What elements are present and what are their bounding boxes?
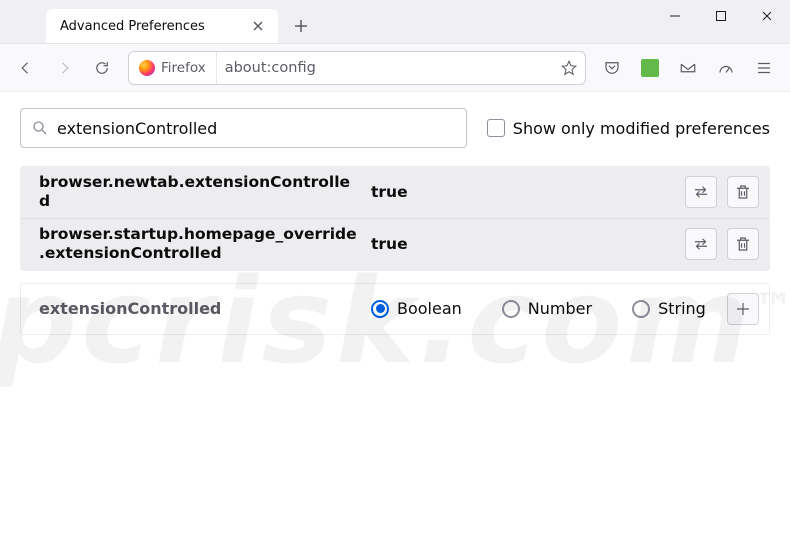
search-box[interactable] bbox=[20, 108, 467, 148]
url-text[interactable]: about:config bbox=[217, 60, 553, 76]
radio-label: String bbox=[658, 299, 706, 318]
menu-button[interactable] bbox=[746, 50, 782, 86]
pocket-icon[interactable] bbox=[594, 50, 630, 86]
identity-label: Firefox bbox=[161, 60, 206, 76]
about-config-content: Show only modified preferences browser.n… bbox=[0, 92, 790, 351]
titlebar: Advanced Preferences bbox=[0, 0, 790, 44]
tab-title: Advanced Preferences bbox=[60, 19, 248, 34]
preference-list: browser.newtab.extensionControlled true … bbox=[20, 166, 770, 271]
radio-number[interactable]: Number bbox=[502, 299, 592, 318]
pref-value: true bbox=[371, 235, 685, 253]
radio-boolean[interactable]: Boolean bbox=[371, 299, 462, 318]
delete-button[interactable] bbox=[727, 176, 759, 208]
dashboard-icon[interactable] bbox=[708, 50, 744, 86]
nav-toolbar: Firefox about:config bbox=[0, 44, 790, 92]
search-input[interactable] bbox=[49, 119, 456, 138]
toggle-button[interactable] bbox=[685, 176, 717, 208]
radio-label: Number bbox=[528, 299, 592, 318]
toggle-button[interactable] bbox=[685, 228, 717, 260]
search-icon bbox=[31, 119, 49, 137]
tab-strip: Advanced Preferences bbox=[0, 0, 652, 43]
bookmark-star-icon[interactable] bbox=[553, 59, 585, 77]
radio-label: Boolean bbox=[397, 299, 462, 318]
checkbox-label: Show only modified preferences bbox=[513, 119, 770, 138]
pref-actions bbox=[685, 228, 759, 260]
identity-box[interactable]: Firefox bbox=[129, 52, 217, 84]
toggle-arrows-icon bbox=[692, 183, 710, 201]
mail-icon[interactable] bbox=[670, 50, 706, 86]
radio-icon bbox=[632, 300, 650, 318]
close-window-button[interactable] bbox=[744, 0, 790, 32]
pref-row[interactable]: browser.newtab.extensionControlled true bbox=[21, 167, 769, 218]
firefox-icon bbox=[139, 60, 155, 76]
browser-window: Advanced Preferences bbox=[0, 0, 790, 553]
tab-active[interactable]: Advanced Preferences bbox=[46, 9, 278, 43]
add-pref-button[interactable] bbox=[727, 293, 759, 325]
pref-actions bbox=[685, 176, 759, 208]
minimize-button[interactable] bbox=[652, 0, 698, 32]
reload-button[interactable] bbox=[84, 50, 120, 86]
new-tab-button[interactable] bbox=[284, 9, 318, 43]
pref-name: browser.startup.homepage_override.extens… bbox=[39, 225, 371, 264]
radio-icon bbox=[502, 300, 520, 318]
plus-icon bbox=[734, 300, 752, 318]
add-pref-row: extensionControlled Boolean Number Strin… bbox=[20, 283, 770, 335]
back-button[interactable] bbox=[8, 50, 44, 86]
close-tab-icon[interactable] bbox=[248, 16, 268, 36]
toggle-arrows-icon bbox=[692, 235, 710, 253]
add-pref-name: extensionControlled bbox=[39, 299, 371, 318]
pref-row[interactable]: browser.startup.homepage_override.extens… bbox=[21, 218, 769, 270]
pref-value: true bbox=[371, 183, 685, 201]
show-only-modified-checkbox[interactable]: Show only modified preferences bbox=[487, 119, 770, 138]
checkbox-icon bbox=[487, 119, 505, 137]
trash-icon bbox=[734, 235, 752, 253]
window-controls bbox=[652, 0, 790, 43]
pref-name: browser.newtab.extensionControlled bbox=[39, 173, 371, 212]
trash-icon bbox=[734, 183, 752, 201]
add-pref-type-group: Boolean Number String bbox=[371, 299, 727, 318]
extension-icon[interactable] bbox=[632, 50, 668, 86]
maximize-button[interactable] bbox=[698, 0, 744, 32]
delete-button[interactable] bbox=[727, 228, 759, 260]
radio-icon bbox=[371, 300, 389, 318]
search-row: Show only modified preferences bbox=[20, 108, 770, 148]
radio-string[interactable]: String bbox=[632, 299, 706, 318]
url-bar[interactable]: Firefox about:config bbox=[128, 51, 586, 85]
forward-button[interactable] bbox=[46, 50, 82, 86]
